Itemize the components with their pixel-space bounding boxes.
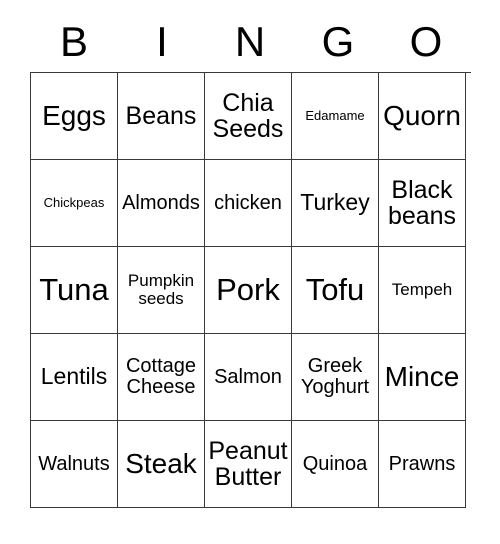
bingo-header-letter-o: O	[382, 12, 470, 72]
bingo-cell[interactable]: Pumpkin seeds	[118, 247, 205, 334]
bingo-cell-label: Black beans	[387, 176, 457, 230]
bingo-cell-label: Prawns	[388, 452, 456, 475]
bingo-cell-label: chicken	[214, 191, 282, 214]
bingo-cell-label: Beans	[125, 102, 197, 130]
bingo-header-letter-g: G	[294, 12, 382, 72]
bingo-cell[interactable]: Pork	[205, 247, 292, 334]
bingo-cell[interactable]: Quinoa	[292, 421, 379, 508]
bingo-cell[interactable]: Turkey	[292, 160, 379, 247]
bingo-header-letter-b: B	[30, 12, 118, 72]
bingo-cell[interactable]: Mince	[379, 334, 466, 421]
bingo-row: Eggs Beans Chia Seeds Edamame Quorn	[31, 73, 471, 160]
bingo-cell[interactable]: Eggs	[31, 73, 118, 160]
bingo-cell[interactable]: Chia Seeds	[205, 73, 292, 160]
bingo-cell-label: Greek Yoghurt	[300, 355, 370, 398]
bingo-cell[interactable]: Lentils	[31, 334, 118, 421]
bingo-row: Walnuts Steak Peanut Butter Quinoa Prawns	[31, 421, 471, 508]
bingo-cell[interactable]: Quorn	[379, 73, 466, 160]
header-letter-text: I	[156, 18, 168, 65]
bingo-cell-label: Mince	[384, 361, 460, 393]
bingo-header-letter-n: N	[206, 12, 294, 72]
bingo-cell-label: Tempeh	[391, 280, 453, 300]
bingo-cell[interactable]: Prawns	[379, 421, 466, 508]
bingo-cell-label: Edamame	[305, 108, 365, 124]
bingo-cell[interactable]: chicken	[205, 160, 292, 247]
bingo-cell[interactable]: Edamame	[292, 73, 379, 160]
bingo-cell[interactable]: Tuna	[31, 247, 118, 334]
bingo-cell-label: Chia Seeds	[212, 89, 284, 143]
bingo-cell[interactable]: Salmon	[205, 334, 292, 421]
bingo-cell-label: Chickpeas	[43, 195, 105, 211]
bingo-row: Tuna Pumpkin seeds Pork Tofu Tempeh	[31, 247, 471, 334]
bingo-grid: Eggs Beans Chia Seeds Edamame Quorn Chickpeas…	[30, 72, 471, 508]
bingo-cell[interactable]: Steak	[118, 421, 205, 508]
bingo-cell-label: Cottage Cheese	[125, 355, 197, 398]
bingo-card: B I N G O Eggs Beans Chia Seeds Edamame Quor…	[30, 12, 471, 508]
bingo-cell-label: Tuna	[39, 271, 109, 307]
header-letter-text: G	[321, 18, 355, 65]
bingo-cell-label: Pork	[216, 271, 280, 307]
bingo-cell[interactable]: Tempeh	[379, 247, 466, 334]
bingo-cell[interactable]: Cottage Cheese	[118, 334, 205, 421]
bingo-cell[interactable]: Peanut Butter	[205, 421, 292, 508]
bingo-cell-label: Lentils	[40, 363, 108, 390]
bingo-cell[interactable]: Beans	[118, 73, 205, 160]
bingo-cell[interactable]: Almonds	[118, 160, 205, 247]
bingo-cell-label: Steak	[125, 448, 197, 480]
bingo-cell[interactable]: Greek Yoghurt	[292, 334, 379, 421]
header-letter-text: B	[59, 18, 88, 65]
bingo-cell-label: Tofu	[305, 271, 365, 307]
bingo-row: Lentils Cottage Cheese Salmon Greek Yoghurt…	[31, 334, 471, 421]
bingo-header-letter-i: I	[118, 12, 206, 72]
bingo-cell-label: Walnuts	[38, 452, 110, 475]
bingo-cell[interactable]: Walnuts	[31, 421, 118, 508]
bingo-cell-label: Turkey	[300, 189, 370, 216]
bingo-cell-label: Pumpkin seeds	[127, 271, 195, 308]
header-letter-text: N	[234, 18, 266, 65]
bingo-cell-label: Quorn	[383, 100, 461, 132]
header-letter-text: O	[409, 18, 443, 65]
bingo-cell-label: Eggs	[42, 100, 106, 132]
bingo-header-row: B I N G O	[30, 12, 470, 72]
bingo-cell-label: Almonds	[122, 191, 200, 214]
bingo-cell-label: Quinoa	[302, 452, 368, 475]
bingo-cell[interactable]: Tofu	[292, 247, 379, 334]
bingo-cell-label: Salmon	[214, 365, 282, 388]
bingo-cell-label: Peanut Butter	[208, 437, 288, 491]
bingo-cell[interactable]: Black beans	[379, 160, 466, 247]
bingo-row: Chickpeas Almonds chicken Turkey Black beans	[31, 160, 471, 247]
bingo-cell[interactable]: Chickpeas	[31, 160, 118, 247]
